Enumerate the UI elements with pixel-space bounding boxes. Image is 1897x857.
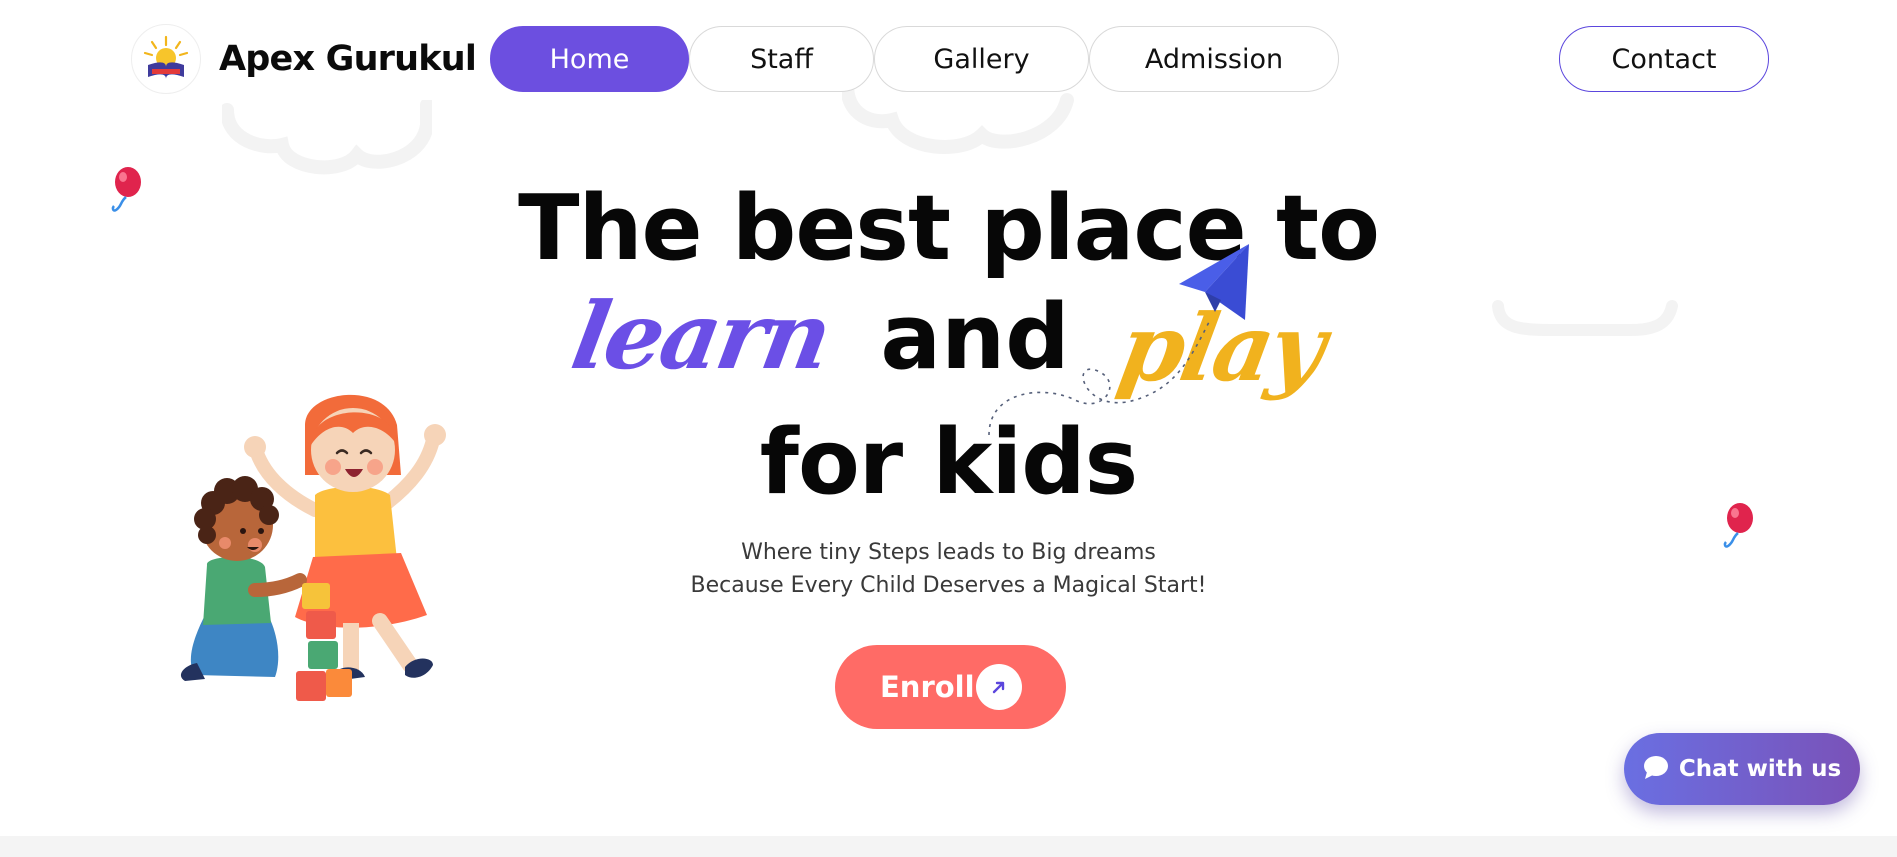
school-logo-icon (131, 24, 201, 94)
contact-button[interactable]: Contact (1559, 26, 1769, 92)
chat-with-us-button[interactable]: Chat with us (1624, 733, 1860, 805)
main-nav: Home Staff Gallery Admission (490, 26, 1339, 92)
cloud-decoration-center (842, 80, 1074, 154)
nav-gallery[interactable]: Gallery (874, 26, 1089, 92)
cloud-decoration-left (222, 100, 432, 175)
hero-headline-line2: learn and play (0, 282, 1897, 402)
enroll-label: Enroll (880, 670, 975, 704)
nav-staff[interactable]: Staff (689, 26, 874, 92)
nav-home[interactable]: Home (490, 26, 689, 92)
chat-bubble-icon (1643, 755, 1669, 783)
arrow-up-right-icon (976, 664, 1022, 710)
paper-plane-icon (1179, 244, 1249, 320)
chat-label: Chat with us (1678, 756, 1842, 782)
brand-logo[interactable]: Apex Gurukul (131, 24, 477, 94)
kids-playing-illustration (180, 394, 446, 701)
hero-headline-line1: The best place to (518, 176, 1380, 281)
enroll-button[interactable]: Enroll (835, 645, 1066, 729)
word-learn: learn (564, 282, 837, 390)
nav-admission[interactable]: Admission (1089, 26, 1339, 92)
brand-name: Apex Gurukul (219, 39, 477, 79)
section-divider-strip (0, 836, 1897, 857)
